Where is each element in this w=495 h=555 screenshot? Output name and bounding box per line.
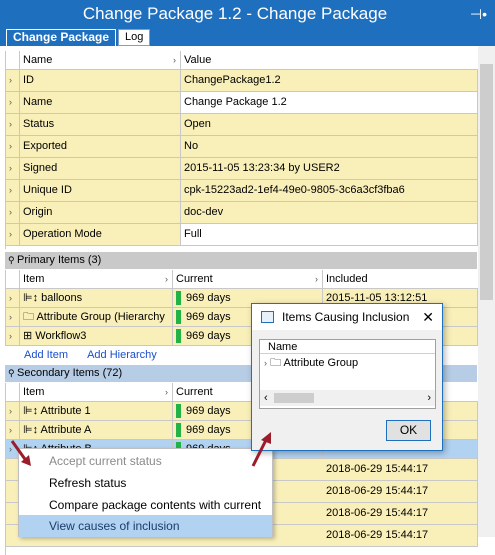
prop-row[interactable]: › Status Open xyxy=(6,114,478,136)
scrollbar-thumb[interactable] xyxy=(274,393,314,403)
attribute-icon: ⊫↕ xyxy=(23,405,41,417)
pin-icon[interactable]: ⚲ xyxy=(8,252,15,269)
status-bar xyxy=(176,404,181,419)
annotation-arrow-icon xyxy=(10,440,31,466)
window-title: Change Package 1.2 - Change Package xyxy=(82,4,388,23)
dialog-titlebar: Items Causing Inclusion ✕ xyxy=(252,304,442,330)
chevron-right-icon: › xyxy=(165,274,168,284)
status-bar xyxy=(176,310,181,325)
primary-items-header[interactable]: ⚲ Primary Items (3) xyxy=(5,252,477,269)
status-bar xyxy=(176,291,181,306)
pin-icon[interactable]: ⚲ xyxy=(8,365,15,382)
close-icon[interactable]: ✕ xyxy=(422,304,434,330)
add-hierarchy-link[interactable]: Add Hierarchy xyxy=(87,349,157,361)
horizontal-scrollbar[interactable]: ‹ › xyxy=(260,390,435,406)
chevron-right-icon: › xyxy=(6,114,20,135)
attribute-icon: ⊫↕ xyxy=(23,292,42,304)
chevron-right-icon: › xyxy=(6,136,20,157)
tab-log[interactable]: Log xyxy=(118,29,151,46)
window-titlebar: Change Package 1.2 - Change Package ⊣• xyxy=(0,0,495,28)
list-header[interactable]: Name xyxy=(260,340,435,354)
prop-row[interactable]: › Origin doc-dev xyxy=(6,202,478,224)
status-bar xyxy=(176,329,181,344)
properties-header: Name › Value xyxy=(6,51,478,70)
inclusion-list: Name › 🗀 Attribute Group ‹ › xyxy=(259,339,436,409)
chevron-right-icon: › xyxy=(6,308,20,326)
chevron-right-icon: › xyxy=(165,387,168,397)
menu-item-refresh-status[interactable]: Refresh status xyxy=(19,472,272,494)
attribute-icon: ⊫↕ xyxy=(23,424,41,436)
annotation-arrow-icon xyxy=(251,432,271,467)
items-causing-inclusion-dialog: Items Causing Inclusion ✕ Name › 🗀 Attri… xyxy=(251,303,443,451)
menu-item-accept-current-status[interactable]: Accept current status xyxy=(19,450,272,472)
chevron-right-icon: › xyxy=(6,224,20,245)
workflow-icon: ⊞ xyxy=(23,330,36,342)
chevron-right-icon: › xyxy=(6,202,20,223)
dialog-title: Items Causing Inclusion xyxy=(282,310,410,324)
header-value[interactable]: Value xyxy=(181,51,478,69)
prop-row[interactable]: › Name Change Package 1.2 xyxy=(6,92,478,114)
properties-grid: Name › Value › ID ChangePackage1.2 › Name Cha… xyxy=(5,51,478,249)
tab-change-package[interactable]: Change Package xyxy=(6,29,117,46)
tab-bar: Change Package Log xyxy=(0,28,495,46)
chevron-right-icon[interactable]: › xyxy=(264,358,267,368)
folder-icon: 🗀 xyxy=(270,357,282,369)
status-bar xyxy=(176,423,181,438)
primary-actions: Add Item Add Hierarchy xyxy=(24,347,157,363)
menu-item-compare-package[interactable]: Compare package contents with current xyxy=(19,494,272,516)
prop-row[interactable]: › Operation Mode Full xyxy=(6,224,478,246)
context-menu: Accept current status Refresh status Com… xyxy=(18,448,273,537)
primary-header: Item › Current › Included xyxy=(6,270,478,289)
scroll-left-icon[interactable]: ‹ xyxy=(264,390,268,406)
add-item-link[interactable]: Add Item xyxy=(24,349,68,361)
chevron-right-icon: › xyxy=(173,55,176,65)
chevron-right-icon: › xyxy=(6,402,20,420)
chevron-right-icon: › xyxy=(6,180,20,201)
list-item[interactable]: › 🗀 Attribute Group xyxy=(260,355,435,371)
prop-row[interactable]: › ID ChangePackage1.2 xyxy=(6,70,478,92)
window-icon xyxy=(261,311,274,323)
prop-row[interactable]: › Signed 2015-11-05 13:23:34 by USER2 xyxy=(6,158,478,180)
header-name[interactable]: Name › xyxy=(20,51,181,69)
prop-row[interactable]: › Unique ID cpk-15223ad2-1ef4-49e0-9805-3c… xyxy=(6,180,478,202)
scroll-right-icon[interactable]: › xyxy=(427,390,431,406)
chevron-right-icon: › xyxy=(315,274,318,284)
chevron-right-icon: › xyxy=(6,289,20,307)
prop-row[interactable]: › Exported No xyxy=(6,136,478,158)
ok-button[interactable]: OK xyxy=(386,420,431,441)
menu-item-view-causes[interactable]: View causes of inclusion xyxy=(19,515,272,537)
chevron-right-icon: › xyxy=(6,158,20,179)
chevron-right-icon: › xyxy=(6,92,20,113)
folder-icon: 🗀 xyxy=(23,311,37,323)
scrollbar-thumb[interactable] xyxy=(480,64,493,300)
chevron-right-icon: › xyxy=(6,327,20,345)
chevron-right-icon: › xyxy=(6,421,20,439)
chevron-right-icon: › xyxy=(6,70,20,91)
pin-icon[interactable]: ⊣• xyxy=(470,0,487,28)
